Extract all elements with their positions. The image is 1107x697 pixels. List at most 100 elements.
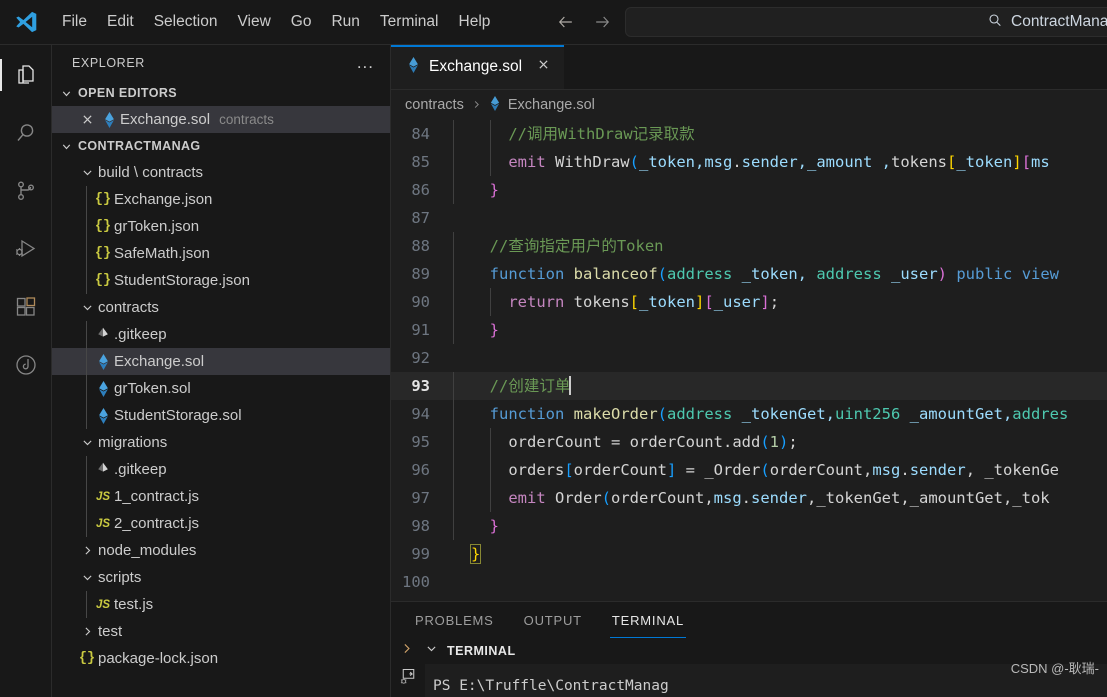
tree-folder[interactable]: build \ contracts bbox=[52, 159, 390, 186]
panel-tab-problems[interactable]: PROBLEMS bbox=[413, 602, 496, 638]
line-number: 97 bbox=[411, 489, 430, 507]
code-token: ( bbox=[629, 153, 639, 171]
tree-file[interactable]: .gitkeep bbox=[52, 456, 390, 483]
watermark: CSDN @-耿瑞- bbox=[1010, 661, 1099, 676]
chevron-right-icon[interactable] bbox=[76, 544, 98, 557]
activity-search-icon[interactable] bbox=[6, 115, 46, 151]
menu-view[interactable]: View bbox=[227, 9, 280, 35]
tree-file[interactable]: Exchange.sol bbox=[52, 348, 390, 375]
tree-file[interactable]: grToken.sol bbox=[52, 375, 390, 402]
search-input[interactable]: ContractManag bbox=[625, 7, 1107, 37]
code-token: _user bbox=[713, 293, 761, 311]
more-actions-icon[interactable]: ... bbox=[357, 54, 374, 71]
tree-folder[interactable]: node_modules bbox=[52, 537, 390, 564]
code-token: balanceof bbox=[564, 265, 658, 283]
breadcrumb-folder[interactable]: contracts bbox=[405, 97, 464, 113]
code-token: 1 bbox=[769, 433, 780, 451]
code-token: ( bbox=[760, 461, 770, 479]
tree-folder[interactable]: migrations bbox=[52, 429, 390, 456]
chevron-down-icon[interactable] bbox=[76, 301, 98, 314]
open-editor-item[interactable]: Exchange.sol contracts bbox=[52, 106, 390, 133]
menu-file[interactable]: File bbox=[52, 9, 97, 35]
panel-tab-output[interactable]: OUTPUT bbox=[522, 602, 584, 638]
menu-run[interactable]: Run bbox=[321, 9, 369, 35]
editor-tab-bar: Exchange.sol bbox=[391, 45, 1107, 90]
chevron-right-icon[interactable] bbox=[76, 625, 98, 638]
tree-file[interactable]: {} Exchange.json bbox=[52, 186, 390, 213]
chevron-down-icon bbox=[58, 85, 74, 101]
activity-testing-icon[interactable] bbox=[6, 347, 46, 383]
terminal-split-icon[interactable] bbox=[398, 666, 419, 697]
activity-extensions-icon[interactable] bbox=[6, 289, 46, 325]
tree-item-label: test.js bbox=[114, 596, 154, 613]
indent-guide bbox=[453, 428, 454, 456]
code-token: view bbox=[1021, 265, 1060, 283]
tree-file[interactable]: .gitkeep bbox=[52, 321, 390, 348]
menu-bar[interactable]: File Edit Selection View Go Run Terminal Help bbox=[52, 9, 500, 35]
code-token: ) bbox=[937, 265, 947, 283]
tree-folder[interactable]: scripts bbox=[52, 564, 390, 591]
chevron-right-icon[interactable] bbox=[397, 642, 415, 660]
project-section-header[interactable]: CONTRACTMANAG bbox=[52, 133, 390, 159]
tree-file[interactable]: {} StudentStorage.json bbox=[52, 267, 390, 294]
indent-guide bbox=[453, 148, 454, 176]
menu-go[interactable]: Go bbox=[281, 9, 322, 35]
code-token: } bbox=[471, 181, 499, 199]
code-line: 89 function balanceof(address _token, ad… bbox=[391, 260, 1107, 288]
code-token: ( bbox=[601, 489, 611, 507]
tree-file[interactable]: JS 1_contract.js bbox=[52, 483, 390, 510]
chevron-down-icon[interactable] bbox=[76, 436, 98, 449]
line-number: 90 bbox=[411, 293, 430, 311]
tab-exchange-sol[interactable]: Exchange.sol bbox=[391, 45, 565, 89]
line-number: 84 bbox=[411, 125, 430, 143]
tree-file[interactable]: StudentStorage.sol bbox=[52, 402, 390, 429]
activity-run-debug-icon[interactable] bbox=[6, 231, 46, 267]
tree-item-label: Exchange.sol bbox=[114, 353, 205, 370]
menu-selection[interactable]: Selection bbox=[144, 9, 228, 35]
panel-tab-bar: PROBLEMS OUTPUT TERMINAL bbox=[391, 602, 1107, 638]
menu-help[interactable]: Help bbox=[449, 9, 501, 35]
line-number: 88 bbox=[411, 237, 430, 255]
menu-terminal[interactable]: Terminal bbox=[370, 9, 449, 35]
code-line: 92 bbox=[391, 344, 1107, 372]
terminal-body[interactable]: PS E:\Truffle\ContractManag CSDN @-耿瑞- bbox=[391, 661, 1107, 697]
open-editors-section-header[interactable]: OPEN EDITORS bbox=[52, 80, 390, 106]
activity-source-control-icon[interactable] bbox=[6, 173, 46, 209]
code-line: 87 bbox=[391, 204, 1107, 232]
code-token: [ bbox=[564, 461, 574, 479]
indent-guide bbox=[490, 148, 491, 176]
activity-explorer-icon[interactable] bbox=[0, 57, 46, 93]
chevron-down-icon[interactable] bbox=[76, 571, 98, 584]
code-token: . bbox=[741, 489, 751, 507]
code-token: public bbox=[956, 265, 1013, 283]
json-file-icon: {} bbox=[94, 219, 112, 234]
tree-file[interactable]: JS 2_contract.js bbox=[52, 510, 390, 537]
tree-folder[interactable]: contracts bbox=[52, 294, 390, 321]
tree-file[interactable]: JS test.js bbox=[52, 591, 390, 618]
code-editor[interactable]: 84 //调用WithDraw记录取款 85 emit WithDraw(_tok… bbox=[391, 120, 1107, 601]
arrow-left-icon[interactable] bbox=[555, 11, 577, 33]
tree-file[interactable]: {} grToken.json bbox=[52, 213, 390, 240]
json-file-icon: {} bbox=[94, 273, 112, 288]
code-token: ] bbox=[1012, 153, 1022, 171]
chevron-down-icon[interactable] bbox=[423, 642, 439, 660]
chevron-down-icon[interactable] bbox=[76, 166, 98, 179]
line-content: function makeOrder(address _tokenGet,uin… bbox=[453, 400, 1107, 428]
menu-edit[interactable]: Edit bbox=[97, 9, 144, 35]
close-icon[interactable] bbox=[537, 58, 550, 76]
close-icon[interactable] bbox=[76, 113, 98, 126]
tree-item-label: grToken.sol bbox=[114, 380, 191, 397]
tree-file[interactable]: {} SafeMath.json bbox=[52, 240, 390, 267]
arrow-right-icon[interactable] bbox=[591, 11, 613, 33]
code-line: 95 orderCount = orderCount.add(1); bbox=[391, 428, 1107, 456]
panel-tab-terminal[interactable]: TERMINAL bbox=[609, 602, 687, 638]
tab-label: Exchange.sol bbox=[429, 58, 523, 75]
code-token: ( bbox=[760, 433, 770, 451]
tree-file[interactable]: {} package-lock.json bbox=[52, 645, 390, 672]
open-editor-label: Exchange.sol bbox=[120, 111, 211, 128]
code-token: , _tokenGe bbox=[965, 461, 1060, 479]
breadcrumb-file[interactable]: Exchange.sol bbox=[508, 97, 595, 113]
tree-folder[interactable]: test bbox=[52, 618, 390, 645]
